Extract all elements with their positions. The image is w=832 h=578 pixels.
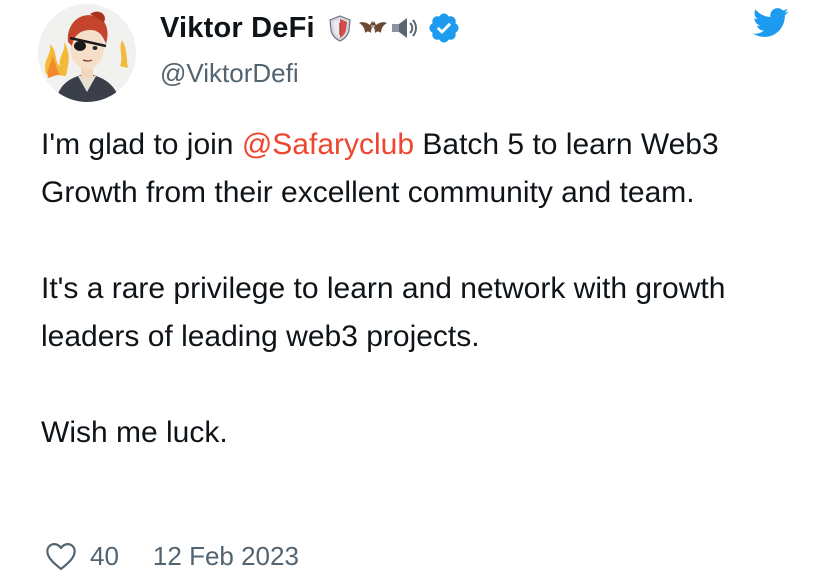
author-name-row: Viktor DeFi xyxy=(160,8,461,48)
shield-emoji-icon xyxy=(325,13,355,43)
bat-emoji-icon xyxy=(357,13,387,43)
tweet-text: I'm glad to join xyxy=(41,128,242,161)
tweet-footer: 40 12 Feb 2023 xyxy=(44,536,299,576)
twitter-bird-icon[interactable] xyxy=(752,8,790,38)
tweet-paragraph-2: It's a rare privilege to learn and netwo… xyxy=(41,272,726,353)
display-name[interactable]: Viktor DeFi xyxy=(160,12,315,45)
name-emojis xyxy=(325,13,419,43)
verified-badge-icon xyxy=(427,11,461,45)
heart-icon[interactable] xyxy=(44,541,78,571)
mention-link[interactable]: @Safaryclub xyxy=(242,128,414,161)
tweet-paragraph-1: I'm glad to join @Safaryclub Batch 5 to … xyxy=(41,121,801,217)
like-count[interactable]: 40 xyxy=(90,541,119,572)
tweet-date[interactable]: 12 Feb 2023 xyxy=(153,541,299,572)
avatar[interactable] xyxy=(38,4,136,102)
tweet-body: I'm glad to join @Safaryclub Batch 5 to … xyxy=(41,121,801,457)
speaker-emoji-icon xyxy=(389,13,419,43)
tweet-card: Viktor DeFi @ViktorDefi I'm glad to join… xyxy=(0,0,832,576)
tweet-paragraph-3: Wish me luck. xyxy=(41,416,228,449)
author-handle[interactable]: @ViktorDefi xyxy=(160,58,299,89)
